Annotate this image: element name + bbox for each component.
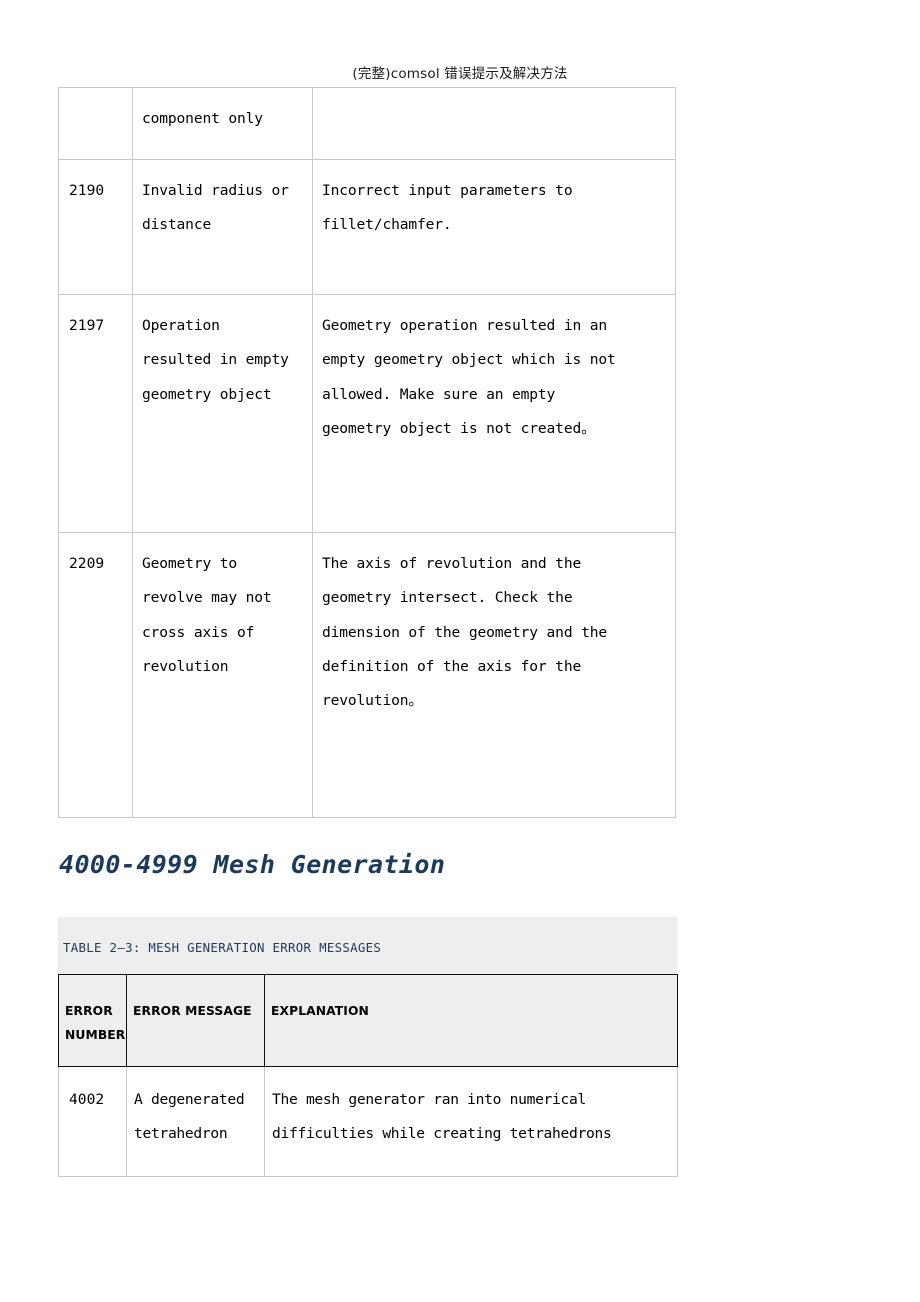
cell-error-number: 4002 <box>58 1065 127 1177</box>
cell-error-number: 2197 <box>58 294 133 533</box>
cell-error-message: Operation resulted in empty geometry obj… <box>132 294 313 533</box>
header-error-message-text: ERROR MESSAGE <box>133 1004 252 1018</box>
cell-error-message: Invalid radius or distance <box>132 159 313 295</box>
error-number-text: 2190 <box>69 182 105 199</box>
header-cell-error-number: ERROR NUMBER <box>58 974 127 1067</box>
table-caption: TABLE 2—3: MESH GENERATION ERROR MESSAGE… <box>58 917 677 974</box>
error-number-text <box>59 88 132 114</box>
error-number-text: 2197 <box>69 317 105 334</box>
explanation-text: Incorrect input parameters to fillet/cha… <box>322 182 573 234</box>
cell-explanation: The axis of revolution and the geometry … <box>312 532 676 818</box>
cell-error-message: A degenerated tetrahedron <box>126 1065 265 1177</box>
cell-error-number: 2209 <box>58 532 133 818</box>
header-explanation-text: EXPLANATION <box>271 1004 369 1018</box>
cell-error-number <box>58 87 133 160</box>
header-cell-error-message: ERROR MESSAGE <box>126 974 265 1067</box>
explanation-text <box>313 88 675 114</box>
mesh-error-table: ERROR NUMBER ERROR MESSAGE EXPLANATION 4… <box>58 974 678 1177</box>
error-number-text: 4002 <box>69 1090 105 1108</box>
cell-explanation <box>312 87 676 160</box>
explanation-text: The axis of revolution and the geometry … <box>322 555 607 710</box>
error-message-text: A degenerated tetrahedron <box>134 1090 245 1143</box>
table-row: 4002 A degenerated tetrahedron The mesh … <box>58 1065 678 1177</box>
table-row: 2190 Invalid radius or distance Incorrec… <box>58 159 676 295</box>
table-row: component only <box>58 87 676 160</box>
cell-explanation: Geometry operation resulted in an empty … <box>312 294 676 533</box>
cell-error-number: 2190 <box>58 159 133 295</box>
error-message-text: Invalid radius or distance <box>142 182 289 234</box>
geometry-error-table: component only 2190 Invalid radius or di… <box>58 87 676 818</box>
cell-explanation: The mesh generator ran into numerical di… <box>264 1065 678 1177</box>
document-page: (完整)comsol 错误提示及解决方法 component only 2190… <box>0 0 920 1302</box>
running-header: (完整)comsol 错误提示及解决方法 <box>352 66 568 82</box>
table-row: 2209 Geometry to revolve may not cross a… <box>58 532 676 818</box>
table-header-row: ERROR NUMBER ERROR MESSAGE EXPLANATION <box>58 974 678 1067</box>
mesh-error-table-wrapper: TABLE 2—3: MESH GENERATION ERROR MESSAGE… <box>58 917 678 1177</box>
header-cell-explanation: EXPLANATION <box>264 974 678 1067</box>
section-heading-mesh-generation: 4000-4999 Mesh Generation <box>59 850 446 879</box>
error-message-text: Operation resulted in empty geometry obj… <box>142 317 289 403</box>
cell-explanation: Incorrect input parameters to fillet/cha… <box>312 159 676 295</box>
explanation-text: The mesh generator ran into numerical di… <box>272 1090 612 1143</box>
cell-error-message: component only <box>132 87 313 160</box>
error-number-text: 2209 <box>69 555 105 572</box>
error-message-text: component only <box>142 110 263 127</box>
table-row: 2197 Operation resulted in empty geometr… <box>58 294 676 533</box>
error-message-text: Geometry to revolve may not cross axis o… <box>142 555 272 675</box>
cell-error-message: Geometry to revolve may not cross axis o… <box>132 532 313 818</box>
explanation-text: Geometry operation resulted in an empty … <box>322 317 616 437</box>
header-error-number-text: ERROR NUMBER <box>65 1004 126 1042</box>
